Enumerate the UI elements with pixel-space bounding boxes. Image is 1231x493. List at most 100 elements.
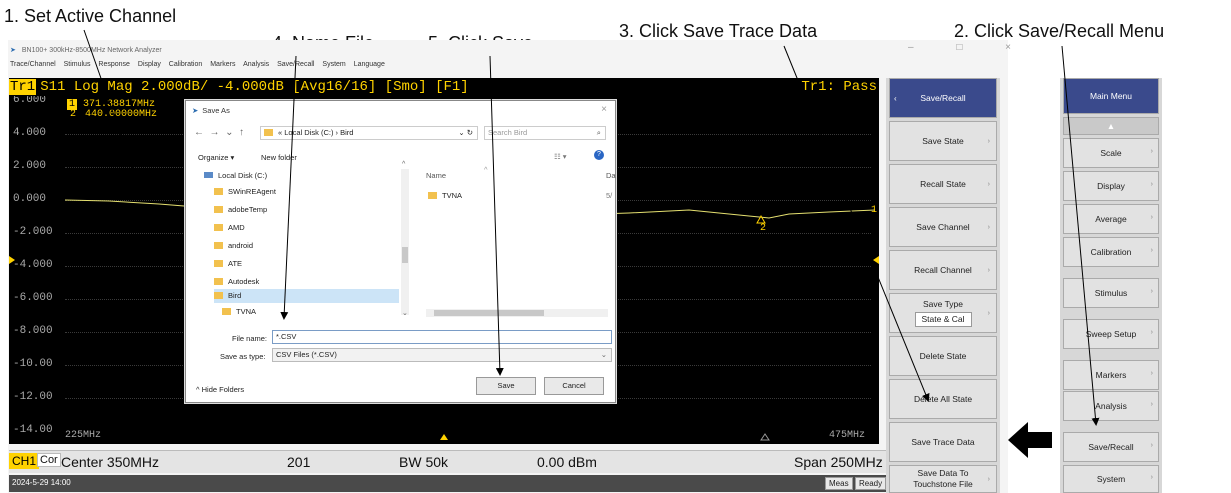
center-freq[interactable]: Center 350MHz	[61, 454, 159, 470]
search-placeholder: Search Bird	[488, 128, 528, 137]
annotation-step3: 3. Click Save Trace Data	[619, 21, 818, 41]
search-input[interactable]: Search Bird ⌕	[484, 126, 606, 140]
tree-item[interactable]: Autodesk	[214, 275, 399, 289]
window-controls[interactable]: – □ ×	[908, 42, 1031, 53]
trace-settings: S11 Log Mag 2.000dB/ -4.000dB [Avg16/16]…	[40, 79, 469, 95]
correction-indicator[interactable]: Cor	[37, 453, 61, 467]
span-freq[interactable]: Span 250MHz	[794, 454, 883, 470]
softkey-header[interactable]: ‹ Save/Recall	[889, 78, 997, 118]
menu-stimulus[interactable]: Stimulus	[64, 61, 91, 68]
marker1-label: 1	[871, 205, 878, 216]
tree-item[interactable]: adobeTemp	[214, 203, 399, 217]
tree-item[interactable]: AMD	[214, 221, 399, 235]
hide-folders-toggle[interactable]: ^ Hide Folders	[196, 385, 244, 394]
menu-analysis[interactable]: Analysis	[243, 61, 269, 68]
app-logo-icon: ➤	[192, 106, 199, 115]
tree-scrollbar[interactable]	[401, 169, 409, 315]
tree-item-selected[interactable]: Bird	[214, 289, 399, 303]
address-bar[interactable]: « Local Disk (C:) › Bird ⌄ ↻	[260, 126, 478, 140]
back-arrow-icon: ‹	[894, 93, 897, 103]
menu-display[interactable]: Display	[138, 61, 161, 68]
menu-response[interactable]: Response	[98, 61, 130, 68]
search-icon: ⌕	[596, 128, 601, 137]
tree-item[interactable]: Local Disk (C:)	[204, 169, 399, 183]
save-as-type-select[interactable]: CSV Files (*.CSV) ⌄	[272, 348, 612, 362]
main-menu-average[interactable]: Average ›	[1063, 204, 1159, 234]
menu-calibration[interactable]: Calibration	[169, 61, 202, 68]
organize-menu[interactable]: Organize ▾	[198, 153, 234, 162]
horizontal-scrollbar[interactable]	[426, 309, 608, 317]
annotation-step2: 2. Click Save/Recall Menu	[954, 21, 1165, 41]
chevron-right-icon: ›	[1150, 401, 1153, 408]
scroll-up-button[interactable]: ▲	[1063, 117, 1159, 135]
scroll-down-icon[interactable]: ⌄	[402, 309, 408, 317]
main-menu-save-recall[interactable]: Save/Recall ›	[1063, 432, 1159, 462]
hide-folders-label: Hide Folders	[201, 385, 245, 394]
file-name: TVNA	[442, 191, 463, 200]
tree-item[interactable]: TVNA	[222, 305, 399, 319]
save-type-value: State & Cal	[914, 312, 972, 327]
main-menu-scale[interactable]: Scale ›	[1063, 138, 1159, 168]
tree-item-label: ATE	[228, 259, 243, 268]
scrollbar-thumb[interactable]	[402, 247, 408, 263]
tree-item-label: Local Disk (C:)	[218, 171, 268, 180]
recall-channel-button[interactable]: Recall Channel ›	[889, 250, 997, 290]
new-folder-button[interactable]: New folder	[261, 153, 297, 162]
scroll-up-icon[interactable]: ^	[402, 161, 405, 168]
folder-icon	[428, 192, 437, 199]
tree-item[interactable]: android	[214, 239, 399, 253]
save-button[interactable]: Save	[476, 377, 536, 395]
cancel-button[interactable]: Cancel	[544, 377, 604, 395]
save-state-button[interactable]: Save State ›	[889, 121, 997, 161]
save-trace-data-button[interactable]: Save Trace Data	[889, 422, 997, 462]
window-title: ➤ BN100+ 300kHz-8500MHz Network Analyzer	[10, 46, 162, 54]
main-menu-analysis[interactable]: Analysis ›	[1063, 391, 1159, 421]
recall-state-button[interactable]: Recall State ›	[889, 164, 997, 204]
menu-system[interactable]: System	[322, 61, 345, 68]
nav-arrows[interactable]: ← → ⌄ ↑	[194, 127, 244, 138]
main-menu-calibration[interactable]: Calibration ›	[1063, 237, 1159, 267]
sweep-points[interactable]: 201	[287, 454, 310, 470]
main-menu-header[interactable]: Main Menu	[1063, 78, 1159, 114]
menu-trace-channel[interactable]: Trace/Channel	[10, 61, 56, 68]
save-touchstone-button[interactable]: Save Data To Touchstone File ›	[889, 465, 997, 493]
scrollbar-thumb[interactable]	[434, 310, 544, 316]
tree-item[interactable]: ATE	[214, 257, 399, 271]
softkey-label: Recall State	[920, 178, 966, 189]
chevron-down-icon: ⌄	[600, 350, 607, 359]
chevron-right-icon: ›	[1150, 474, 1153, 481]
tree-item[interactable]: SWinREAgent	[214, 185, 399, 199]
if-bandwidth[interactable]: BW 50k	[399, 454, 448, 470]
source-power[interactable]: 0.00 dBm	[537, 454, 597, 470]
main-menu-stimulus[interactable]: Stimulus ›	[1063, 278, 1159, 308]
tree-item-label: Bird	[228, 291, 242, 300]
column-name[interactable]: Name	[426, 171, 446, 180]
menu-language[interactable]: Language	[354, 61, 385, 68]
refresh-icon[interactable]: ⌄ ↻	[458, 127, 473, 139]
screenshot-stage: 1. Set Active Channel 4. Name File 5. Cl…	[0, 0, 1231, 493]
save-type-button[interactable]: Save Type State & Cal ›	[889, 293, 997, 333]
folder-icon	[214, 278, 223, 285]
main-menu-display[interactable]: Display ›	[1063, 171, 1159, 201]
main-menu-sweep-setup[interactable]: Sweep Setup ›	[1063, 319, 1159, 349]
help-icon[interactable]: ?	[594, 150, 604, 160]
delete-all-state-button[interactable]: Delete All State	[889, 379, 997, 419]
close-icon[interactable]: ×	[601, 104, 607, 115]
file-name-input[interactable]: *.CSV	[272, 330, 612, 344]
trace-header[interactable]: Tr1 S11 Log Mag 2.000dB/ -4.000dB [Avg16/…	[9, 78, 879, 96]
save-as-type-label: Save as type:	[220, 352, 266, 361]
save-channel-button[interactable]: Save Channel ›	[889, 207, 997, 247]
delete-state-button[interactable]: Delete State	[889, 336, 997, 376]
column-date[interactable]: Da	[606, 171, 616, 180]
folder-icon	[264, 129, 273, 136]
menu-save-recall[interactable]: Save/Recall	[277, 61, 314, 68]
main-menu-markers[interactable]: Markers ›	[1063, 360, 1159, 390]
main-menu-system[interactable]: System ›	[1063, 465, 1159, 493]
menu-markers[interactable]: Markers	[210, 61, 235, 68]
trace-label[interactable]: Tr1	[9, 79, 37, 95]
ready-indicator: Ready	[855, 477, 887, 490]
channel-indicator[interactable]: CH1	[9, 453, 40, 469]
tree-item-label: adobeTemp	[228, 205, 268, 214]
file-list-item[interactable]: TVNA	[428, 191, 462, 200]
view-options-icon[interactable]: ☷ ▾	[554, 152, 567, 161]
